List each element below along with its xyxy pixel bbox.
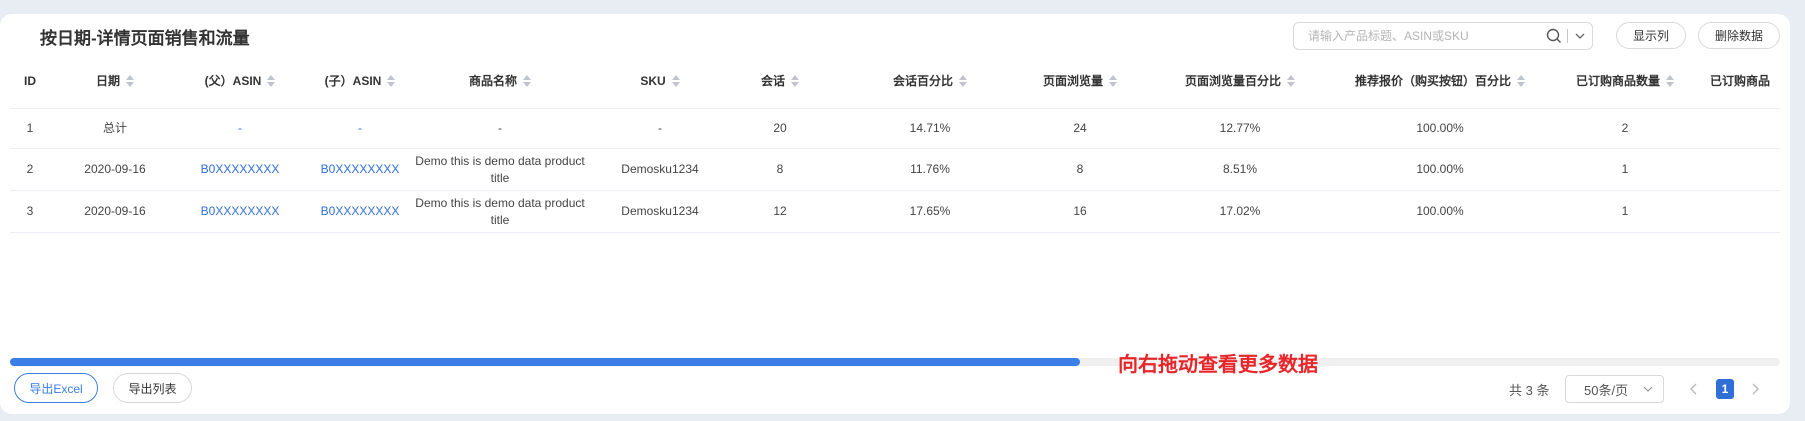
cell-id: 2 xyxy=(26,162,34,176)
parent-asin-link[interactable]: B0XXXXXXXX xyxy=(175,149,305,190)
sort-icon[interactable] xyxy=(1666,75,1674,87)
export-excel-button[interactable]: 导出Excel xyxy=(14,373,98,403)
export-list-button[interactable]: 导出列表 xyxy=(113,373,192,403)
data-table: ID 日期 (父）ASIN (子）ASIN 商品名称 SKU 会话 会话百分比 … xyxy=(10,54,1790,233)
cell-page-views: 8 xyxy=(1076,162,1084,176)
search-box[interactable] xyxy=(1293,22,1593,50)
chevron-left-icon[interactable] xyxy=(1686,379,1702,399)
page-size-select[interactable]: 50条/页 xyxy=(1565,375,1664,403)
chevron-right-icon[interactable] xyxy=(1747,379,1763,399)
cell-page-views: 24 xyxy=(1073,121,1087,135)
page-number-current[interactable]: 1 xyxy=(1716,379,1734,399)
column-header-session-pct[interactable]: 会话百分比 xyxy=(840,54,1020,108)
cell-product-name: - xyxy=(498,121,502,135)
cell-session-pct: 17.65% xyxy=(909,204,951,218)
cell-sku: - xyxy=(658,121,662,135)
cell-sessions: 12 xyxy=(773,204,787,218)
cell-date: 2020-09-16 xyxy=(84,162,146,176)
page-size-value: 50条/页 xyxy=(1584,382,1629,398)
cell-page-view-pct: 12.77% xyxy=(1219,121,1261,135)
cell-buybox-pct: 100.00% xyxy=(1416,162,1464,176)
cell-units-ordered: 1 xyxy=(1621,204,1629,218)
column-header-units-ordered[interactable]: 已订购商品数量 xyxy=(1540,54,1710,108)
total-count: 共 3 条 xyxy=(1509,383,1550,398)
cell-session-pct: 11.76% xyxy=(910,162,950,176)
sort-icon[interactable] xyxy=(1287,75,1295,87)
table-row: 3 2020-09-16 B0XXXXXXXX B0XXXXXXXX Demo … xyxy=(10,191,1780,233)
sort-icon[interactable] xyxy=(1109,75,1117,87)
scroll-hint-annotation: 向右拖动查看更多数据 xyxy=(1118,354,1318,376)
cell-units-ordered: 1 xyxy=(1621,162,1629,176)
sort-icon[interactable] xyxy=(1517,75,1525,87)
show-columns-button[interactable]: 显示列 xyxy=(1616,22,1686,49)
column-header-page-views[interactable]: 页面浏览量 xyxy=(1000,54,1160,108)
column-header-units-ordered-2[interactable]: 已订购商品 xyxy=(1710,54,1790,108)
table-header: ID 日期 (父）ASIN (子）ASIN 商品名称 SKU 会话 会话百分比 … xyxy=(10,54,1780,109)
table-row: 2 2020-09-16 B0XXXXXXXX B0XXXXXXXX Demo … xyxy=(10,149,1780,191)
column-header-parent-asin[interactable]: (父）ASIN xyxy=(175,54,305,108)
cell-date: 2020-09-16 xyxy=(84,204,146,218)
sort-icon[interactable] xyxy=(791,75,799,87)
page-title: 按日期-详情页面销售和流量 xyxy=(40,29,250,48)
column-header-page-view-pct[interactable]: 页面浏览量百分比 xyxy=(1140,54,1340,108)
column-header-child-asin[interactable]: (子）ASIN xyxy=(300,54,420,108)
sort-icon[interactable] xyxy=(126,75,134,87)
table-row-total: 1 总计 - - - - 20 14.71% 24 12.77% 100.00%… xyxy=(10,109,1780,149)
cell-id: 3 xyxy=(26,204,34,218)
scrollbar-thumb[interactable] xyxy=(10,358,1080,366)
chevron-down-icon xyxy=(1643,386,1653,392)
column-header-id: ID xyxy=(24,73,36,88)
cell-product-name: Demo this is demo data product title xyxy=(415,153,585,185)
delete-data-button[interactable]: 删除数据 xyxy=(1698,22,1780,49)
sort-icon[interactable] xyxy=(959,75,967,87)
cell-parent-asin: - xyxy=(238,121,242,135)
column-header-sessions[interactable]: 会话 xyxy=(710,54,850,108)
report-panel: 按日期-详情页面销售和流量 显示列 删除数据 ID 日期 (父）ASIN (子）… xyxy=(0,14,1790,414)
cell-units-ordered: 2 xyxy=(1621,121,1629,135)
cell-date: 总计 xyxy=(102,121,127,135)
cell-id: 1 xyxy=(26,121,34,135)
cell-page-view-pct: 17.02% xyxy=(1219,204,1261,218)
column-header-sku[interactable]: SKU xyxy=(590,54,730,108)
sort-icon[interactable] xyxy=(523,75,531,87)
sort-icon[interactable] xyxy=(387,75,396,87)
cell-page-views: 16 xyxy=(1073,204,1087,218)
column-header-product-name[interactable]: 商品名称 xyxy=(415,54,585,108)
chevron-down-icon[interactable] xyxy=(1568,23,1592,49)
column-header-date[interactable]: 日期 xyxy=(55,54,175,108)
cell-sku: Demosku1234 xyxy=(621,204,699,218)
sort-icon[interactable] xyxy=(671,75,680,87)
horizontal-scrollbar[interactable] xyxy=(10,358,1780,366)
child-asin-link[interactable]: B0XXXXXXXX xyxy=(300,149,420,190)
cell-sku: Demosku1234 xyxy=(621,162,699,176)
cell-product-name: Demo this is demo data product title xyxy=(415,195,585,227)
cell-page-view-pct: 8.51% xyxy=(1222,162,1258,176)
cell-session-pct: 14.71% xyxy=(909,121,951,135)
child-asin-link[interactable]: B0XXXXXXXX xyxy=(300,191,420,232)
sort-icon[interactable] xyxy=(267,75,276,87)
cell-child-asin: - xyxy=(358,121,362,135)
parent-asin-link[interactable]: B0XXXXXXXX xyxy=(175,191,305,232)
cell-sessions: 8 xyxy=(776,162,784,176)
cell-buybox-pct: 100.00% xyxy=(1416,121,1464,135)
search-icon[interactable] xyxy=(1541,23,1567,49)
column-header-buybox-pct[interactable]: 推荐报价（购买按钮）百分比 xyxy=(1320,54,1560,108)
cell-sessions: 20 xyxy=(773,121,787,135)
search-input[interactable] xyxy=(1294,23,1541,49)
cell-buybox-pct: 100.00% xyxy=(1416,204,1464,218)
